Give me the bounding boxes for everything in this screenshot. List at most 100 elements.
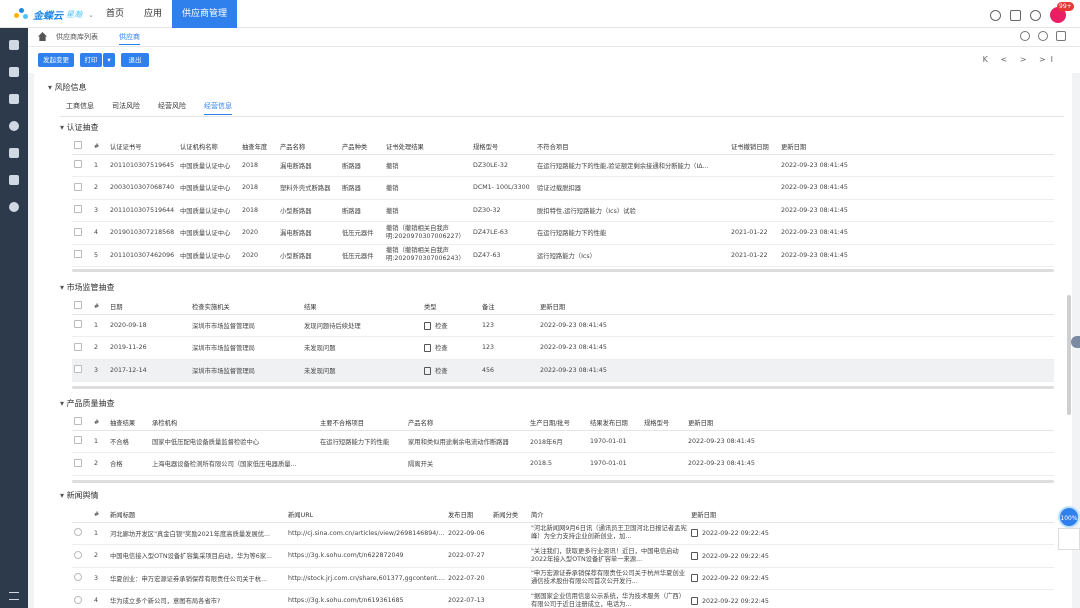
row-radio[interactable] <box>72 589 92 608</box>
column-header[interactable]: 更新日期 <box>689 507 1054 523</box>
subtab-judicial-risk[interactable]: 司法风险 <box>112 101 140 115</box>
column-header[interactable]: 更新日期 <box>538 299 1054 315</box>
column-header[interactable]: 日期 <box>108 299 190 315</box>
section-cert-title[interactable]: 认证抽查 <box>60 122 99 133</box>
row-checkbox[interactable] <box>72 244 92 267</box>
row-checkbox[interactable] <box>72 452 92 476</box>
exit-button[interactable]: 退出 <box>121 53 149 67</box>
horizontal-scrollbar[interactable] <box>72 480 1054 483</box>
row-checkbox[interactable] <box>72 176 92 200</box>
copy-icon[interactable] <box>691 574 698 583</box>
copy-icon[interactable] <box>424 321 431 330</box>
row-checkbox[interactable] <box>72 359 92 382</box>
column-header[interactable]: 更新日期 <box>686 415 1054 431</box>
column-header[interactable]: 新闻分类 <box>491 507 529 523</box>
select-all-checkbox[interactable] <box>72 415 92 431</box>
help-icon[interactable] <box>1038 31 1048 41</box>
menu-icon[interactable] <box>9 592 19 600</box>
section-risk-title[interactable]: 风险信息 <box>48 82 87 93</box>
table-row[interactable]: 1 2011010307519645 中国质量认证中心 2018 漏电断路器 断路器 撤销 D… <box>72 154 1054 177</box>
bell-icon[interactable] <box>1030 9 1041 21</box>
table-row[interactable]: 3 2011010307519644 中国质量认证中心 2018 小型断路器 断路器 撤销 D… <box>72 199 1054 222</box>
column-header[interactable]: 产品名称 <box>406 415 528 431</box>
nav-apps[interactable]: 应用 <box>134 0 172 28</box>
home-icon[interactable] <box>38 32 47 41</box>
section-market-title[interactable]: 市场监管抽查 <box>60 282 115 293</box>
column-header[interactable]: 认证证书号 <box>108 139 178 155</box>
column-header[interactable]: 抽查结果 <box>108 415 150 431</box>
search-icon[interactable] <box>990 9 1001 21</box>
vertical-scrollbar[interactable] <box>1067 295 1071 415</box>
column-header[interactable]: 新闻标题 <box>108 507 286 523</box>
section-news-title[interactable]: 新闻舆情 <box>60 490 99 501</box>
table-row[interactable]: 3 华夏创业：申万宏源证券承销保荐有限责任公司关于杭... http://stock… <box>72 567 1054 590</box>
row-checkbox[interactable] <box>72 199 92 222</box>
horizontal-scrollbar[interactable] <box>72 269 1054 272</box>
table-row[interactable]: 2 中国电信接入型OTN设备扩容集采项目启动，华为等6家... https://3g… <box>72 544 1054 568</box>
progress-badge[interactable]: 100% <box>1058 506 1080 528</box>
copy-icon[interactable] <box>691 551 698 560</box>
table-row[interactable]: 4 华为成立多个新公司，意图布局各省市? https://3g.k.sohu.com… <box>72 589 1054 608</box>
column-header[interactable]: 更新日期 <box>779 139 1054 155</box>
row-checkbox[interactable] <box>72 430 92 453</box>
nav-supplier-management[interactable]: 供应商管理 <box>172 0 238 28</box>
row-radio[interactable] <box>72 522 92 545</box>
column-header[interactable]: 发布日期 <box>446 507 491 523</box>
subtab-operation-risk[interactable]: 经营风险 <box>158 101 186 115</box>
table-row[interactable]: 2 2003010307068740 中国质量认证中心 2018 塑料外壳式断路器 断路器… <box>72 176 1054 200</box>
bag-icon[interactable] <box>1010 9 1021 21</box>
copy-icon[interactable] <box>691 596 698 605</box>
table-row[interactable]: 3 2017-12-14 深圳市市场监督管理局 未发现问题 检查 456 2022-09… <box>72 359 1054 382</box>
start-change-button[interactable]: 发起变更 <box>38 53 74 67</box>
horizontal-scrollbar[interactable] <box>72 386 1054 389</box>
app-logo[interactable]: 金蝶云 星瀚 ⌄ <box>14 7 94 22</box>
row-radio[interactable] <box>72 544 92 568</box>
row-checkbox[interactable] <box>72 314 92 337</box>
column-header[interactable]: 规格型号 <box>642 415 686 431</box>
column-header[interactable]: 简介 <box>529 507 689 523</box>
print-dropdown-button[interactable]: ▾ <box>103 53 115 67</box>
column-header[interactable]: 备注 <box>480 299 538 315</box>
table-row[interactable]: 5 2011010307462096 中国质量认证中心 2020 小型断路器 低压元器件撤… <box>72 244 1054 267</box>
copy-icon[interactable] <box>424 366 431 375</box>
copy-icon[interactable] <box>424 344 431 353</box>
row-checkbox[interactable] <box>72 336 92 360</box>
help-icon[interactable] <box>9 202 19 212</box>
row-checkbox[interactable] <box>72 154 92 177</box>
column-header[interactable]: 结果发布日期 <box>588 415 642 431</box>
cloud-icon[interactable] <box>1058 528 1080 550</box>
column-header[interactable]: 证书撤销日期 <box>729 139 779 155</box>
copy-icon[interactable] <box>691 529 698 538</box>
bell-icon[interactable] <box>9 121 19 131</box>
column-header[interactable]: 检查实施机关 <box>190 299 302 315</box>
monitor-icon[interactable] <box>9 175 19 185</box>
column-header[interactable]: 不符合项目 <box>535 139 729 155</box>
column-header[interactable]: 抽查年度 <box>240 139 278 155</box>
row-radio[interactable] <box>72 567 92 590</box>
column-header[interactable]: 产品名称 <box>278 139 340 155</box>
table-row[interactable]: 2 2019-11-26 深圳市市场监督管理局 未发现问题 检查 123 2022-09… <box>72 336 1054 360</box>
column-header[interactable]: 生产日期/批号 <box>528 415 588 431</box>
nav-home[interactable]: 首页 <box>96 0 134 28</box>
print-button[interactable]: 打印 <box>80 53 102 67</box>
trophy-icon[interactable] <box>9 94 19 104</box>
column-header[interactable]: 认证机构名称 <box>178 139 240 155</box>
home-icon[interactable] <box>9 40 19 50</box>
column-header[interactable]: 证书处理结果 <box>384 139 471 155</box>
column-header[interactable]: 承检机构 <box>150 415 318 431</box>
table-row[interactable]: 1 河北廊坊开发区"真金白银"奖励2021年度高质量发展优... http://cj… <box>72 522 1054 545</box>
row-checkbox[interactable] <box>72 221 92 245</box>
select-all-checkbox[interactable] <box>72 299 92 315</box>
record-pager[interactable]: K < > >I <box>983 55 1058 64</box>
subtab-business-info[interactable]: 工商信息 <box>66 101 94 115</box>
chevron-down-icon[interactable]: ⌄ <box>88 11 94 19</box>
column-header[interactable]: 新闻URL <box>286 507 446 523</box>
column-header[interactable]: 结果 <box>302 299 422 315</box>
document-icon[interactable] <box>9 148 19 158</box>
tab-supplier-list[interactable]: 供应商库列表 <box>56 32 98 42</box>
check-list-icon[interactable] <box>9 67 19 77</box>
column-header[interactable]: 主要不合格项目 <box>318 415 406 431</box>
table-row[interactable]: 1 2020-09-18 深圳市市场监督管理局 发现问题待后续处理 检查 123 202… <box>72 314 1054 337</box>
subtab-operation-info[interactable]: 经营信息 <box>204 101 232 115</box>
avatar[interactable]: 99+ <box>1050 2 1074 23</box>
